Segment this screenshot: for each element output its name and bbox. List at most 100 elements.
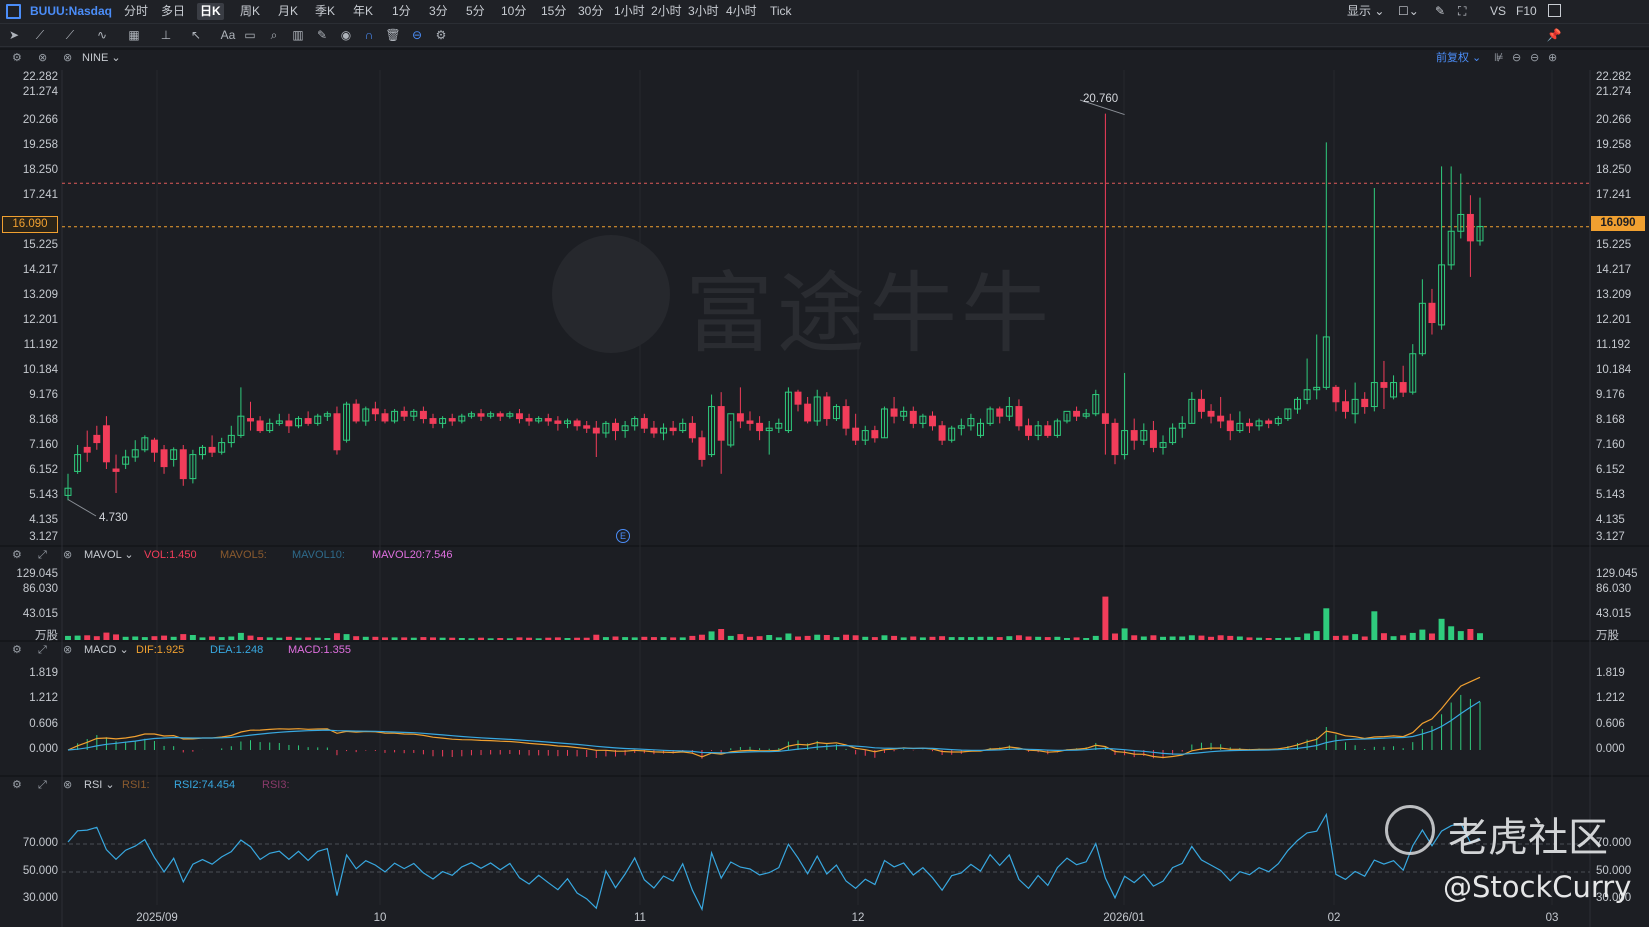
candle-body: [285, 420, 293, 427]
indicator-selector[interactable]: RSI ⌄: [84, 775, 115, 795]
candle-body: [938, 425, 946, 441]
indicator-selector[interactable]: MAVOL ⌄: [84, 545, 134, 565]
candle-body: [823, 396, 831, 420]
axis-tick-label: 86.030: [1596, 583, 1632, 595]
volume-bar: [1121, 628, 1128, 640]
price-tick-label: 7.160: [29, 439, 58, 451]
volume-bar: [1361, 636, 1368, 640]
volume-bar: [1035, 636, 1042, 640]
current-price-tag-left: 16.090: [2, 216, 58, 233]
candle-body: [1399, 382, 1407, 393]
gear-icon[interactable]: ⚙: [12, 775, 22, 795]
candle-body: [1342, 401, 1350, 412]
price-tick-label: 6.152: [29, 464, 58, 476]
axis-tick-label: 万股: [1596, 630, 1619, 642]
expand-icon[interactable]: ⤢: [38, 545, 47, 565]
candle-body: [381, 413, 389, 422]
volume-bar: [1208, 636, 1215, 640]
price-tick-label: 12.201: [1596, 314, 1632, 326]
volume-bar: [1313, 631, 1320, 640]
volume-bar: [737, 634, 744, 640]
expand-icon[interactable]: ⤢: [38, 640, 47, 660]
candle-body: [515, 413, 523, 420]
price-tick-label: 17.241: [22, 189, 58, 201]
price-tick-label: 14.217: [22, 264, 58, 276]
gear-icon[interactable]: ⚙: [12, 545, 22, 565]
date-tick-label: 2025/09: [136, 912, 178, 924]
volume-bar: [1246, 637, 1253, 640]
candle-body: [909, 410, 917, 424]
volume-bar: [1102, 596, 1109, 640]
indicator-selector[interactable]: MACD ⌄: [84, 640, 129, 660]
price-tick-label: 21.274: [1596, 86, 1632, 98]
volume-bar: [785, 633, 792, 640]
volume-bar: [1227, 635, 1234, 640]
price-tick-label: 4.135: [1596, 514, 1625, 526]
candle-body: [1197, 398, 1205, 412]
volume-bar: [1294, 637, 1301, 640]
volume-bar: [795, 636, 801, 640]
macd-pane-header: ⚙ ⤢ ⊗ MACD ⌄ DIF:1.925 DEA:1.248 MACD:1.…: [0, 640, 700, 660]
volume-bar: [833, 637, 840, 640]
candle-body: [1025, 425, 1033, 436]
candle-body: [1101, 413, 1109, 424]
event-marker[interactable]: E: [616, 529, 630, 543]
candle-body: [1466, 213, 1474, 242]
dea-value: DEA:1.248: [210, 644, 264, 656]
candle-body: [746, 420, 754, 424]
volume-bar: [1332, 635, 1339, 640]
expand-icon[interactable]: ⤢: [38, 775, 47, 795]
volume-pane-header: ⚙ ⤢ ⊗ MAVOL ⌄ VOL:1.450 MAVOL5: MAVOL10:…: [0, 545, 700, 565]
price-tick-label: 20.266: [22, 114, 58, 126]
axis-tick-label: 129.045: [16, 568, 58, 580]
dif-value: DIF:1.925: [136, 644, 185, 656]
volume-bar: [1236, 636, 1243, 640]
candle-body: [592, 427, 600, 434]
volume-bar: [1112, 633, 1118, 640]
volume-bar: [823, 635, 830, 640]
candle-body: [669, 427, 677, 432]
candle-body: [1380, 382, 1388, 388]
close-icon[interactable]: ⊗: [63, 640, 72, 660]
volume-bar: [1448, 626, 1455, 640]
candle-body: [794, 391, 802, 405]
candle-body: [1207, 410, 1215, 417]
date-tick-label: 02: [1327, 912, 1341, 924]
date-tick-label: 11: [634, 912, 646, 924]
candle-body: [93, 434, 101, 444]
candle-body: [1044, 425, 1052, 436]
current-price-tag-right: 16.090: [1591, 216, 1645, 231]
axis-tick-label: 86.030: [22, 583, 58, 595]
price-tick-label: 22.282: [22, 71, 58, 83]
price-tick-label: 6.152: [1596, 464, 1625, 476]
volume-bar: [333, 633, 340, 640]
volume-bar: [1160, 636, 1166, 640]
volume-bar: [900, 637, 907, 640]
volume-bar: [977, 636, 984, 640]
axis-tick-label: 1.212: [29, 692, 58, 704]
candle-body: [996, 408, 1004, 417]
rsi1-value: RSI1:: [122, 779, 150, 791]
candle-body: [890, 408, 898, 417]
candle-body: [352, 403, 360, 422]
candle-body: [112, 468, 120, 472]
date-tick-label: 10: [373, 912, 387, 924]
rsi2-value: RSI2:74.454: [174, 779, 236, 791]
volume-bar: [948, 637, 955, 640]
candle-body: [496, 413, 504, 417]
candle-body: [1245, 422, 1253, 427]
date-tick-label: 12: [851, 912, 865, 924]
volume-bar: [1390, 636, 1397, 640]
gear-icon[interactable]: ⚙: [12, 640, 22, 660]
candle-body: [871, 430, 879, 439]
date-tick-label: 2026/01: [1103, 912, 1145, 924]
candle-body: [179, 449, 187, 480]
volume-bar: [766, 635, 773, 640]
candle-body: [1265, 420, 1273, 424]
close-icon[interactable]: ⊗: [63, 775, 72, 795]
candle-body: [929, 415, 936, 427]
candle-body: [208, 446, 216, 453]
price-tick-label: 21.274: [22, 86, 58, 98]
close-icon[interactable]: ⊗: [63, 545, 72, 565]
price-tick-label: 12.201: [22, 314, 58, 326]
